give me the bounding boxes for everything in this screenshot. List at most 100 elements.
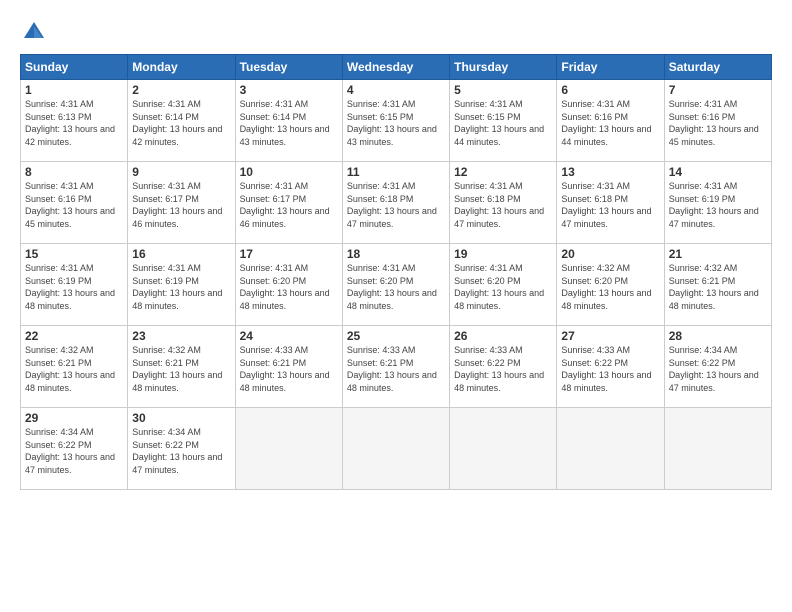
day-cell [664, 408, 771, 490]
day-number: 30 [132, 411, 230, 425]
day-number: 26 [454, 329, 552, 343]
day-cell: 8Sunrise: 4:31 AM Sunset: 6:16 PM Daylig… [21, 162, 128, 244]
day-cell: 1Sunrise: 4:31 AM Sunset: 6:13 PM Daylig… [21, 80, 128, 162]
day-info: Sunrise: 4:31 AM Sunset: 6:15 PM Dayligh… [347, 98, 445, 148]
weekday-tuesday: Tuesday [235, 55, 342, 80]
day-number: 10 [240, 165, 338, 179]
day-info: Sunrise: 4:31 AM Sunset: 6:14 PM Dayligh… [240, 98, 338, 148]
day-info: Sunrise: 4:34 AM Sunset: 6:22 PM Dayligh… [25, 426, 123, 476]
day-info: Sunrise: 4:31 AM Sunset: 6:19 PM Dayligh… [25, 262, 123, 312]
logo [20, 18, 52, 46]
day-cell: 23Sunrise: 4:32 AM Sunset: 6:21 PM Dayli… [128, 326, 235, 408]
day-cell: 12Sunrise: 4:31 AM Sunset: 6:18 PM Dayli… [450, 162, 557, 244]
day-info: Sunrise: 4:32 AM Sunset: 6:21 PM Dayligh… [25, 344, 123, 394]
day-info: Sunrise: 4:34 AM Sunset: 6:22 PM Dayligh… [132, 426, 230, 476]
day-info: Sunrise: 4:33 AM Sunset: 6:22 PM Dayligh… [454, 344, 552, 394]
day-cell: 4Sunrise: 4:31 AM Sunset: 6:15 PM Daylig… [342, 80, 449, 162]
day-number: 24 [240, 329, 338, 343]
day-cell: 10Sunrise: 4:31 AM Sunset: 6:17 PM Dayli… [235, 162, 342, 244]
calendar: SundayMondayTuesdayWednesdayThursdayFrid… [20, 54, 772, 490]
day-cell: 14Sunrise: 4:31 AM Sunset: 6:19 PM Dayli… [664, 162, 771, 244]
day-cell: 29Sunrise: 4:34 AM Sunset: 6:22 PM Dayli… [21, 408, 128, 490]
day-info: Sunrise: 4:31 AM Sunset: 6:17 PM Dayligh… [132, 180, 230, 230]
day-cell: 15Sunrise: 4:31 AM Sunset: 6:19 PM Dayli… [21, 244, 128, 326]
week-row: 8Sunrise: 4:31 AM Sunset: 6:16 PM Daylig… [21, 162, 772, 244]
day-number: 20 [561, 247, 659, 261]
day-info: Sunrise: 4:33 AM Sunset: 6:22 PM Dayligh… [561, 344, 659, 394]
day-info: Sunrise: 4:31 AM Sunset: 6:16 PM Dayligh… [25, 180, 123, 230]
day-number: 23 [132, 329, 230, 343]
day-number: 8 [25, 165, 123, 179]
day-cell: 22Sunrise: 4:32 AM Sunset: 6:21 PM Dayli… [21, 326, 128, 408]
day-cell: 7Sunrise: 4:31 AM Sunset: 6:16 PM Daylig… [664, 80, 771, 162]
day-number: 6 [561, 83, 659, 97]
day-number: 1 [25, 83, 123, 97]
weekday-saturday: Saturday [664, 55, 771, 80]
day-info: Sunrise: 4:31 AM Sunset: 6:14 PM Dayligh… [132, 98, 230, 148]
day-number: 13 [561, 165, 659, 179]
day-number: 14 [669, 165, 767, 179]
day-cell [235, 408, 342, 490]
header [20, 18, 772, 46]
day-cell: 13Sunrise: 4:31 AM Sunset: 6:18 PM Dayli… [557, 162, 664, 244]
day-number: 18 [347, 247, 445, 261]
day-info: Sunrise: 4:33 AM Sunset: 6:21 PM Dayligh… [240, 344, 338, 394]
logo-icon [20, 18, 48, 46]
weekday-monday: Monday [128, 55, 235, 80]
day-info: Sunrise: 4:32 AM Sunset: 6:21 PM Dayligh… [132, 344, 230, 394]
day-number: 4 [347, 83, 445, 97]
day-cell: 6Sunrise: 4:31 AM Sunset: 6:16 PM Daylig… [557, 80, 664, 162]
day-number: 3 [240, 83, 338, 97]
day-number: 22 [25, 329, 123, 343]
day-info: Sunrise: 4:31 AM Sunset: 6:19 PM Dayligh… [669, 180, 767, 230]
day-cell: 30Sunrise: 4:34 AM Sunset: 6:22 PM Dayli… [128, 408, 235, 490]
day-cell: 27Sunrise: 4:33 AM Sunset: 6:22 PM Dayli… [557, 326, 664, 408]
day-cell: 2Sunrise: 4:31 AM Sunset: 6:14 PM Daylig… [128, 80, 235, 162]
day-info: Sunrise: 4:31 AM Sunset: 6:18 PM Dayligh… [347, 180, 445, 230]
day-number: 11 [347, 165, 445, 179]
week-row: 22Sunrise: 4:32 AM Sunset: 6:21 PM Dayli… [21, 326, 772, 408]
day-cell: 21Sunrise: 4:32 AM Sunset: 6:21 PM Dayli… [664, 244, 771, 326]
day-number: 29 [25, 411, 123, 425]
weekday-thursday: Thursday [450, 55, 557, 80]
day-number: 5 [454, 83, 552, 97]
day-info: Sunrise: 4:32 AM Sunset: 6:20 PM Dayligh… [561, 262, 659, 312]
day-cell [342, 408, 449, 490]
day-number: 21 [669, 247, 767, 261]
day-cell: 18Sunrise: 4:31 AM Sunset: 6:20 PM Dayli… [342, 244, 449, 326]
day-cell: 3Sunrise: 4:31 AM Sunset: 6:14 PM Daylig… [235, 80, 342, 162]
day-number: 2 [132, 83, 230, 97]
day-cell: 11Sunrise: 4:31 AM Sunset: 6:18 PM Dayli… [342, 162, 449, 244]
day-cell: 20Sunrise: 4:32 AM Sunset: 6:20 PM Dayli… [557, 244, 664, 326]
weekday-wednesday: Wednesday [342, 55, 449, 80]
day-cell: 16Sunrise: 4:31 AM Sunset: 6:19 PM Dayli… [128, 244, 235, 326]
day-cell: 28Sunrise: 4:34 AM Sunset: 6:22 PM Dayli… [664, 326, 771, 408]
day-cell [450, 408, 557, 490]
day-cell: 5Sunrise: 4:31 AM Sunset: 6:15 PM Daylig… [450, 80, 557, 162]
day-number: 12 [454, 165, 552, 179]
day-number: 9 [132, 165, 230, 179]
day-number: 17 [240, 247, 338, 261]
day-info: Sunrise: 4:31 AM Sunset: 6:18 PM Dayligh… [454, 180, 552, 230]
day-info: Sunrise: 4:31 AM Sunset: 6:13 PM Dayligh… [25, 98, 123, 148]
day-info: Sunrise: 4:34 AM Sunset: 6:22 PM Dayligh… [669, 344, 767, 394]
day-info: Sunrise: 4:31 AM Sunset: 6:18 PM Dayligh… [561, 180, 659, 230]
day-number: 16 [132, 247, 230, 261]
day-info: Sunrise: 4:31 AM Sunset: 6:17 PM Dayligh… [240, 180, 338, 230]
day-info: Sunrise: 4:31 AM Sunset: 6:16 PM Dayligh… [561, 98, 659, 148]
day-number: 19 [454, 247, 552, 261]
day-cell [557, 408, 664, 490]
day-number: 15 [25, 247, 123, 261]
day-cell: 26Sunrise: 4:33 AM Sunset: 6:22 PM Dayli… [450, 326, 557, 408]
week-row: 29Sunrise: 4:34 AM Sunset: 6:22 PM Dayli… [21, 408, 772, 490]
weekday-friday: Friday [557, 55, 664, 80]
day-number: 27 [561, 329, 659, 343]
day-info: Sunrise: 4:31 AM Sunset: 6:19 PM Dayligh… [132, 262, 230, 312]
page: SundayMondayTuesdayWednesdayThursdayFrid… [0, 0, 792, 612]
day-number: 25 [347, 329, 445, 343]
day-info: Sunrise: 4:33 AM Sunset: 6:21 PM Dayligh… [347, 344, 445, 394]
day-number: 28 [669, 329, 767, 343]
day-info: Sunrise: 4:31 AM Sunset: 6:15 PM Dayligh… [454, 98, 552, 148]
week-row: 1Sunrise: 4:31 AM Sunset: 6:13 PM Daylig… [21, 80, 772, 162]
weekday-sunday: Sunday [21, 55, 128, 80]
